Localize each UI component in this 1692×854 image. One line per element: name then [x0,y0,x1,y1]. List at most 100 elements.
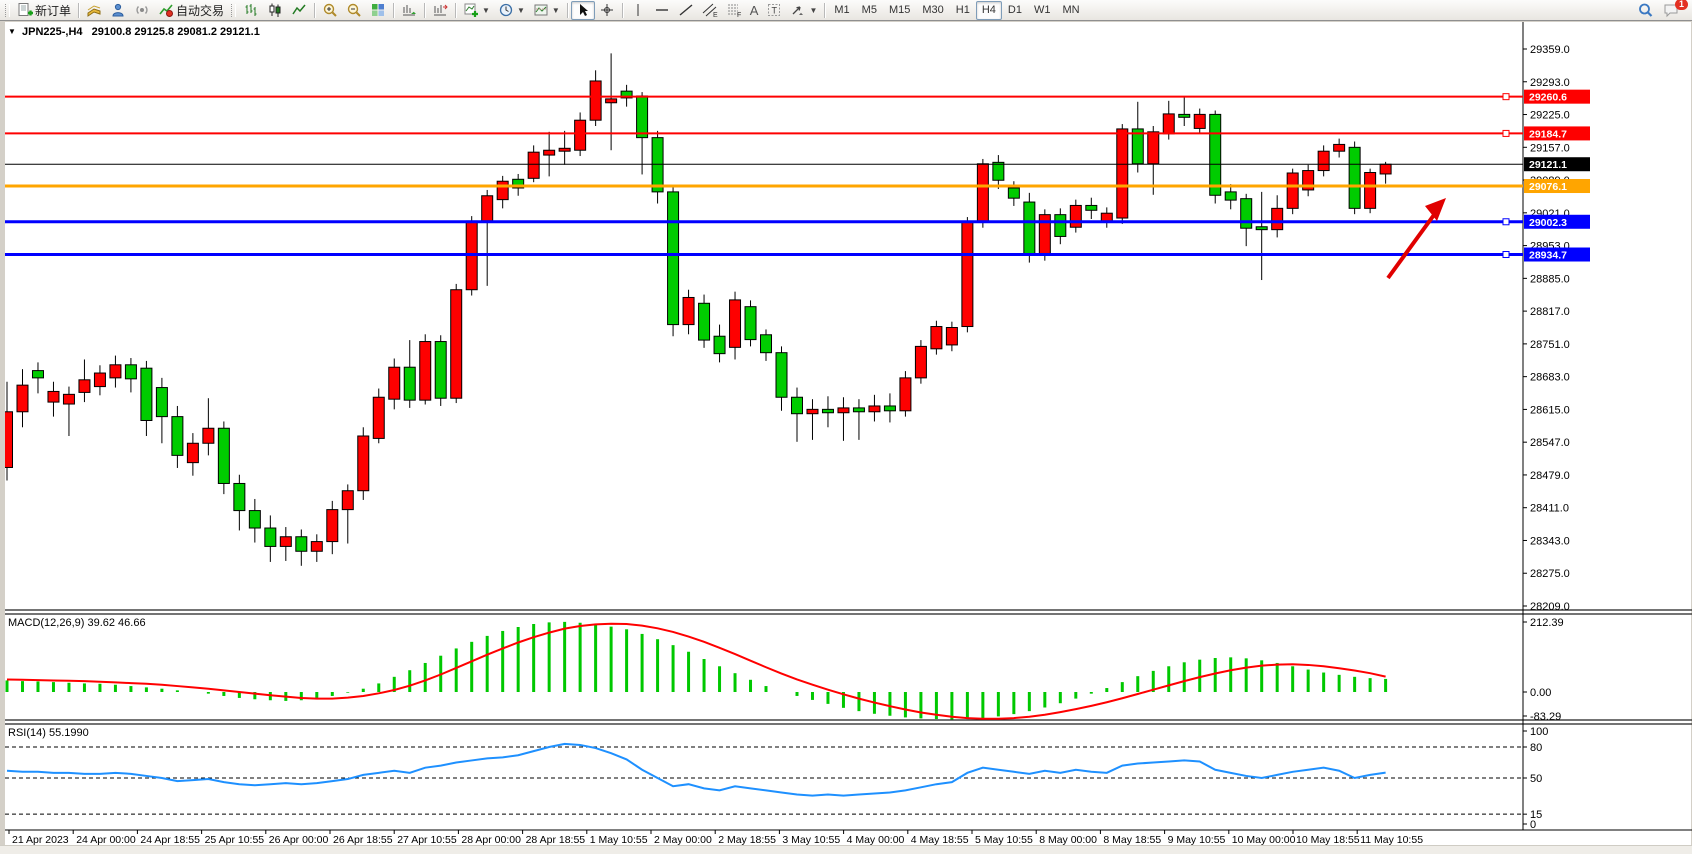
horizontal-line-29002.3[interactable] [5,219,1523,225]
text-label-icon: T [766,2,782,18]
bars-chart-button[interactable] [239,1,263,20]
separator [622,3,623,18]
timeframe-w1[interactable]: W1 [1028,1,1057,20]
svg-text:28275.0: 28275.0 [1530,568,1570,580]
chart-shift-button[interactable] [428,1,452,20]
svg-text:0: 0 [1530,819,1536,831]
scroll-group [397,0,452,21]
pointer-group [571,0,619,21]
objects-group: ▼ ▼ ▼ [459,0,564,21]
horizontal-line-29184.7[interactable] [5,130,1523,136]
symbol-name: JPN225-,H4 [22,26,83,38]
new-chart-button[interactable] [82,1,106,20]
timeframe-m5[interactable]: M5 [856,1,883,20]
candles-chart-icon [267,2,283,18]
chevron-down-icon: ▼ [552,6,560,15]
horizontal-line-icon [654,2,670,18]
channel-button[interactable]: E [698,1,722,20]
auto-trading-button[interactable]: 自动交易 [154,1,228,20]
tile-windows-button[interactable] [366,1,390,20]
svg-text:28885.0: 28885.0 [1530,273,1570,285]
auto-scroll-button[interactable] [397,1,421,20]
text-button[interactable]: A [746,1,763,20]
macd-series [7,622,1386,720]
chat-button[interactable]: 1 [1658,1,1684,20]
candlestick-series [5,53,1391,565]
vertical-line-button[interactable] [626,1,650,20]
pane-separators[interactable] [5,22,1692,830]
chevron-down-icon: ▼ [809,6,817,15]
signals-button[interactable] [130,1,154,20]
collapse-triangle-icon[interactable]: ▼ [8,27,16,36]
timeframe-mn[interactable]: MN [1056,1,1085,20]
timeframe-h1[interactable]: H1 [950,1,976,20]
horizontal-line-29260.6[interactable] [5,94,1523,100]
timeframe-m30[interactable]: M30 [916,1,949,20]
svg-text:29121.1: 29121.1 [1529,159,1567,171]
templates-button[interactable]: ▼ [529,1,564,20]
timeframe-h4[interactable]: H4 [976,1,1002,20]
date-axis[interactable]: 21 Apr 202324 Apr 00:0024 Apr 18:5525 Ap… [9,830,1423,846]
text-icon: A [750,4,759,17]
status-strip [0,845,1692,854]
svg-text:212.39: 212.39 [1530,617,1564,629]
cursor-button[interactable] [571,1,595,20]
rsi-indicator-label: RSI(14) 55.1990 [8,727,89,739]
new-order-button[interactable]: 新订单 [13,1,75,20]
lines-group: E F A T ▼ [626,0,822,21]
line-chart-button[interactable] [287,1,311,20]
timeframe-m15[interactable]: M15 [883,1,916,20]
search-button[interactable] [1633,1,1658,20]
chart-type-group [239,0,311,21]
crosshair-button[interactable] [595,1,619,20]
zoom-in-button[interactable] [318,1,342,20]
zoom-out-button[interactable] [342,1,366,20]
timeframes-group: M1 M5 M15 M30 H1 H4 D1 W1 MN [828,0,1085,21]
svg-text:29293.0: 29293.0 [1530,77,1570,89]
zoom-in-icon [322,2,338,18]
chart-shift-icon [432,2,448,18]
indicators-button[interactable]: ▼ [459,1,494,20]
arrows-button[interactable]: ▼ [786,1,821,20]
separator [567,3,568,18]
profile-button[interactable] [106,1,130,20]
separator [393,3,394,18]
crosshair-icon [599,2,615,18]
separator [424,3,425,18]
horizontal-line-button[interactable] [650,1,674,20]
svg-text:29359.0: 29359.0 [1530,44,1570,56]
fibonacci-button[interactable]: F [722,1,746,20]
timeframe-d1[interactable]: D1 [1002,1,1028,20]
symbol-title[interactable]: ▼ JPN225-,H4 29100.8 29125.8 29081.2 291… [8,26,260,38]
new-order-icon [17,2,33,18]
svg-text:28817.0: 28817.0 [1530,306,1570,318]
candles-chart-button[interactable] [263,1,287,20]
toolbar: 新订单 自动交易 ▼ ▼ ▼ [0,0,1692,21]
periods-button[interactable]: ▼ [494,1,529,20]
separator [78,3,79,18]
svg-text:-83.29: -83.29 [1530,711,1561,723]
toolbar-grip[interactable] [5,4,10,17]
toolbar-grip[interactable] [231,4,236,17]
indicators-icon [463,2,479,18]
text-label-button[interactable]: T [762,1,786,20]
channel-icon: E [702,2,718,18]
separator [314,3,315,18]
chart-canvas[interactable]: 29359.029293.029225.029157.029089.029021… [5,22,1692,846]
trendline-button[interactable] [674,1,698,20]
macd-axis[interactable]: 212.390.00-83.29 [1523,617,1564,723]
horizontal-line-28934.7[interactable] [5,252,1523,258]
svg-text:T: T [772,6,778,16]
bars-chart-icon [243,2,259,18]
svg-text:28547.0: 28547.0 [1530,437,1570,449]
trade-group: 新订单 自动交易 [13,0,228,21]
zoom-group [318,0,390,21]
auto-trading-label: 自动交易 [176,2,224,19]
signals-icon [134,2,150,18]
arrow-annotation[interactable] [1388,198,1446,278]
rsi-series [5,744,1523,814]
svg-text:50: 50 [1530,773,1542,785]
svg-text:28411.0: 28411.0 [1530,503,1569,515]
rsi-axis[interactable]: 1008050150 [1523,726,1548,831]
timeframe-m1[interactable]: M1 [828,1,855,20]
